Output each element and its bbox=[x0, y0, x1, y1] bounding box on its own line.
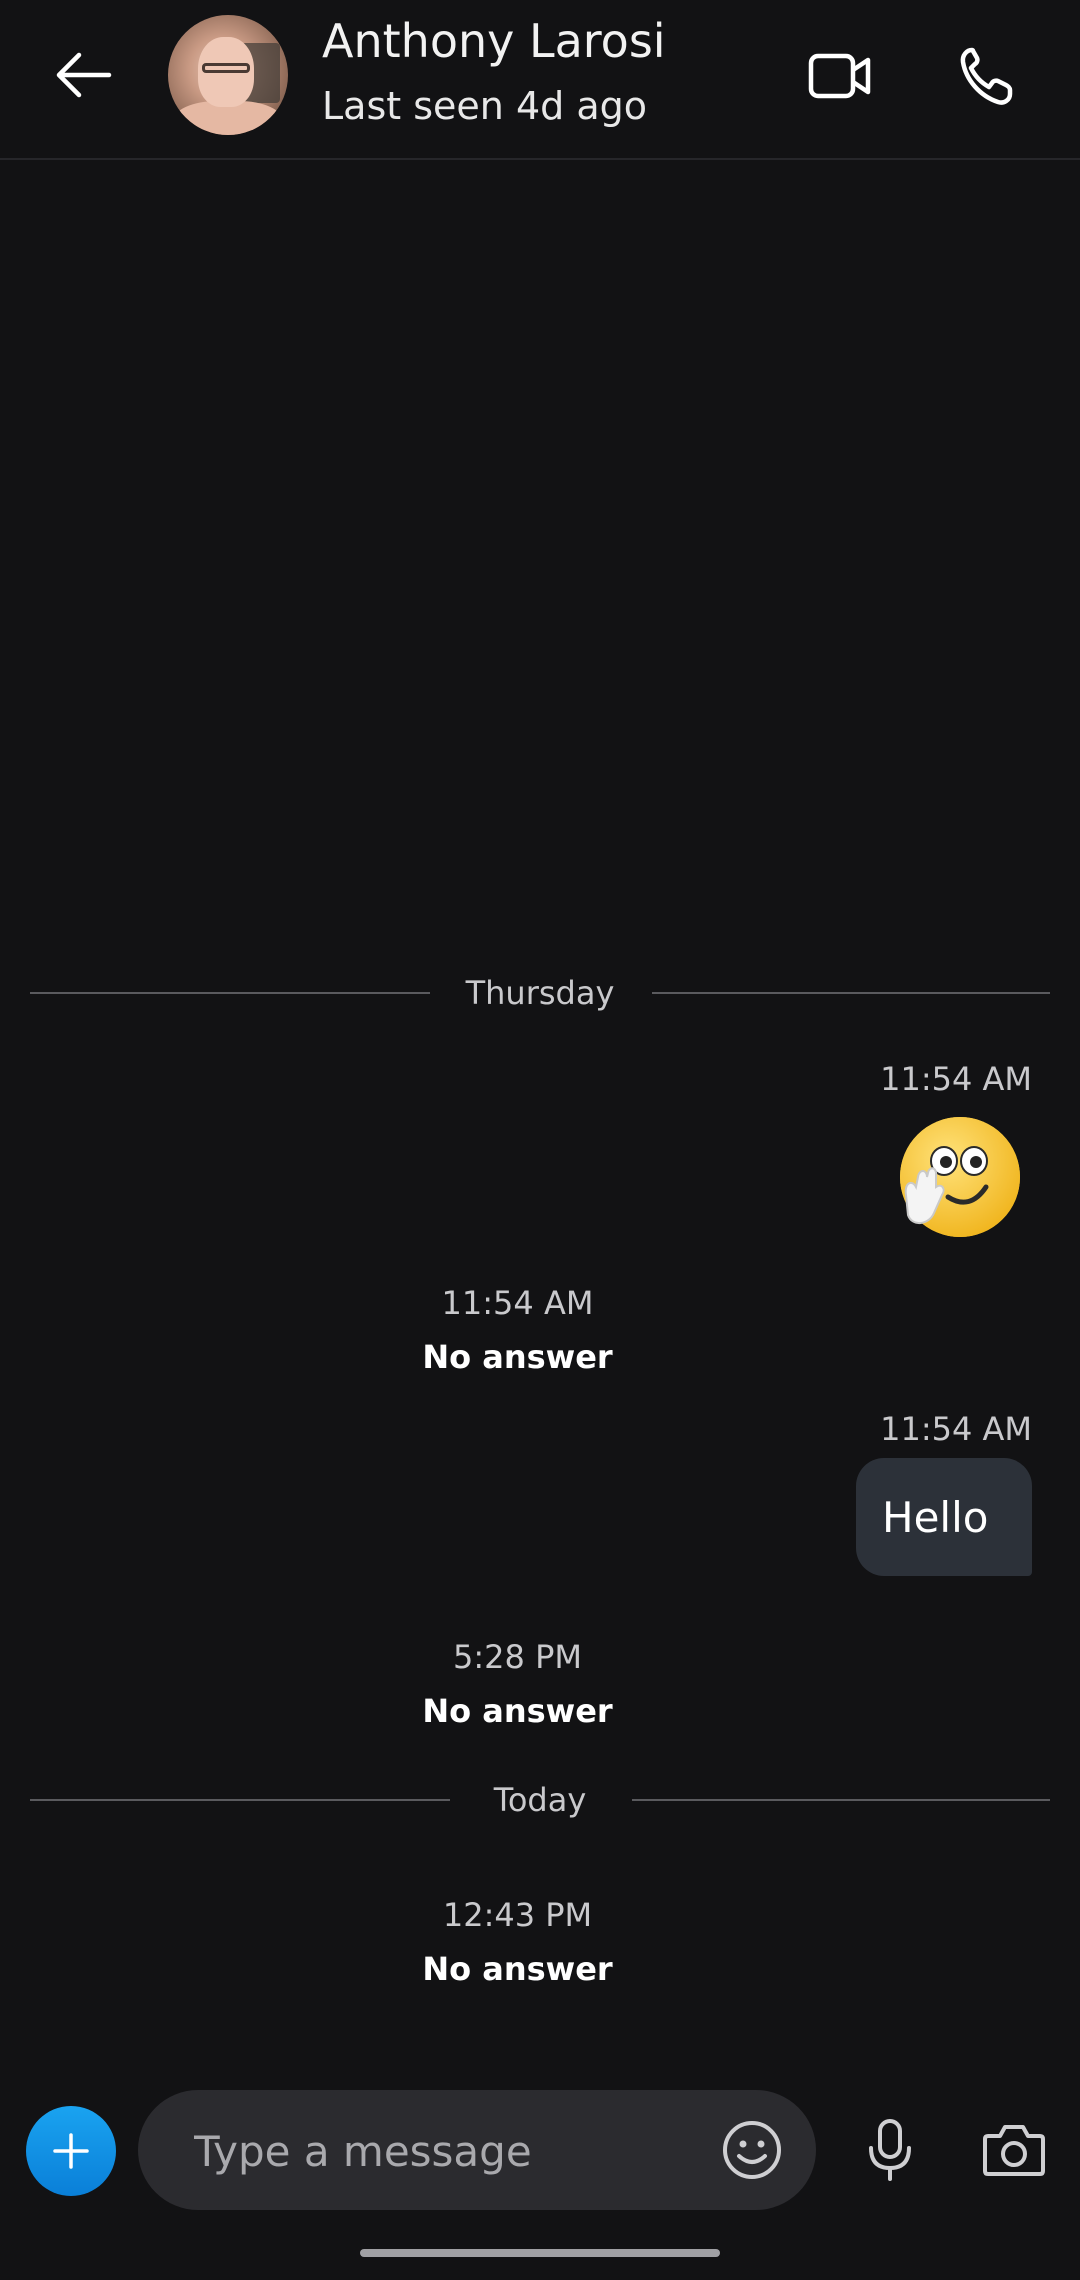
video-camera-icon bbox=[808, 53, 871, 99]
back-button[interactable] bbox=[40, 32, 126, 118]
arrow-left-icon bbox=[56, 52, 112, 98]
avatar-glasses bbox=[202, 63, 250, 73]
emoji-button[interactable] bbox=[720, 2118, 784, 2182]
home-indicator[interactable] bbox=[360, 2249, 720, 2257]
add-attachment-button[interactable] bbox=[26, 2106, 116, 2196]
waving-hand-smiley-icon bbox=[900, 1117, 1020, 1237]
date-separator: Thursday bbox=[30, 968, 1050, 1018]
message-input[interactable] bbox=[192, 2110, 696, 2192]
video-call-button[interactable] bbox=[800, 38, 880, 114]
call-timestamp: 12:43 PM bbox=[442, 1896, 593, 1934]
waving-hand-smiley-emoji[interactable] bbox=[898, 1117, 1022, 1241]
voice-call-button[interactable] bbox=[946, 36, 1026, 116]
message-timestamp: 11:54 AM bbox=[880, 1060, 1032, 1098]
date-separator-label: Thursday bbox=[465, 974, 615, 1012]
sent-message-bubble[interactable]: Hello bbox=[856, 1458, 1032, 1576]
last-seen-status: Last seen 4d ago bbox=[322, 84, 647, 128]
call-status: No answer bbox=[422, 1950, 613, 1988]
message-timestamp: 11:54 AM bbox=[880, 1410, 1032, 1448]
date-separator-label: Today bbox=[493, 1781, 587, 1819]
microphone-icon bbox=[869, 2119, 911, 2181]
call-timestamp: 11:54 AM bbox=[441, 1284, 594, 1322]
plus-icon bbox=[53, 2133, 89, 2169]
message-text: Hello bbox=[882, 1492, 989, 1542]
smiley-icon bbox=[723, 2121, 781, 2179]
contact-name[interactable]: Anthony Larosi bbox=[322, 14, 666, 68]
message-composer bbox=[138, 2090, 816, 2210]
call-status: No answer bbox=[422, 1338, 613, 1376]
date-separator: Today bbox=[30, 1775, 1050, 1825]
camera-icon bbox=[983, 2125, 1045, 2176]
call-timestamp: 5:28 PM bbox=[453, 1638, 582, 1676]
phone-icon bbox=[960, 47, 1013, 105]
call-status: No answer bbox=[422, 1692, 613, 1730]
avatar[interactable] bbox=[168, 15, 288, 135]
chat-header: Anthony Larosi Last seen 4d ago bbox=[0, 0, 1080, 160]
camera-button[interactable] bbox=[980, 2116, 1048, 2184]
voice-message-button[interactable] bbox=[858, 2112, 922, 2188]
